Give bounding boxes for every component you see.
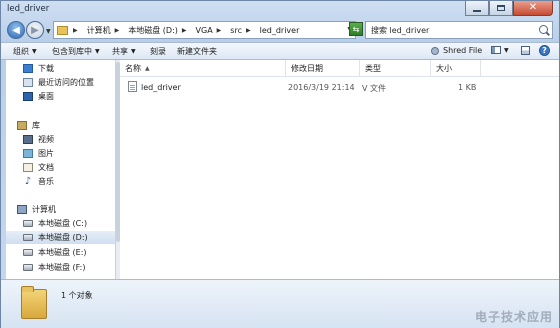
column-header-type[interactable]: 类型 [360,60,431,77]
explorer-window: led_driver ✕ ◀ ▶ ▼ ▶ 计算机 ▶ 本地磁盘 (D:) ▶ VGA… [0,0,560,328]
title-bar: led_driver ✕ [1,1,559,19]
forward-button[interactable]: ▶ [26,21,44,39]
hard-drive-icon [23,234,33,241]
include-in-library-menu[interactable]: 包含到库中 ▼ [52,46,100,57]
sidebar-item-libraries[interactable]: 库 [6,119,115,132]
maximize-button[interactable] [489,1,513,16]
navigation-pane: 下载 最近访问的位置 桌面 库 视频 图片 文档 ♪ 音乐 计算机 本地磁盘 (… [6,60,116,279]
library-icon [17,121,27,130]
search-box[interactable]: 搜索 led_driver [365,21,553,39]
sidebar-item-videos[interactable]: 视频 [6,133,115,146]
video-library-icon [23,135,33,144]
sidebar-item-pictures[interactable]: 图片 [6,147,115,160]
column-header-size[interactable]: 大小 [431,60,481,77]
maximize-icon [497,5,505,11]
sort-ascending-icon: ▲ [145,64,150,72]
close-icon: ✕ [528,2,538,13]
shred-file-button[interactable]: Shred File [431,46,482,55]
hard-drive-icon [23,264,33,271]
chevron-right-icon: ▶ [216,26,222,34]
sidebar-item-desktop[interactable]: 桌面 [6,90,115,103]
sidebar-item-drive-f[interactable]: 本地磁盘 (F:) [6,261,115,274]
hard-drive-icon [23,249,33,256]
computer-icon [17,205,27,214]
desktop-icon [23,92,33,101]
folder-icon [57,25,68,35]
refresh-button[interactable]: ⇆ [349,22,363,36]
sidebar-item-computer[interactable]: 计算机 [6,203,115,216]
music-library-icon: ♪ [23,176,33,187]
sidebar-item-drive-c[interactable]: 本地磁盘 (C:) [6,217,115,230]
documents-library-icon [23,163,33,172]
preview-pane-icon [521,46,530,55]
arrow-right-icon: ▶ [31,24,39,36]
sidebar-item-drive-d[interactable]: 本地磁盘 (D:) [6,231,115,244]
help-icon: ? [539,45,550,56]
breadcrumb-item[interactable]: src ▶ [230,26,254,35]
new-folder-button[interactable]: 新建文件夹 [177,46,217,57]
window-title: led_driver [7,4,50,14]
share-menu[interactable]: 共享 ▼ [112,46,136,57]
navigation-bar: ◀ ▶ ▼ ▶ 计算机 ▶ 本地磁盘 (D:) ▶ VGA ▶ src ▶ led_dr… [1,20,559,42]
recent-pages-dropdown[interactable]: ▼ [46,28,51,35]
minimize-icon [473,9,481,12]
help-button[interactable]: ? [539,45,550,56]
file-name: led_driver [141,83,181,92]
command-bar: 组织 ▼ 包含到库中 ▼ 共享 ▼ 刻录 新建文件夹 Shred File ▼ ? [1,42,559,60]
address-bar[interactable]: ▶ 计算机▶ 本地磁盘 (D:)▶ VGA▶ src▶ led_driver ▼ [53,21,356,39]
change-view-button[interactable]: ▼ [491,46,509,54]
back-button[interactable]: ◀ [7,21,25,39]
hard-drive-icon [23,220,33,227]
window-controls: ✕ [465,1,553,16]
burn-button[interactable]: 刻录 [150,46,166,57]
chevron-down-icon: ▼ [32,48,37,55]
organize-menu[interactable]: 组织 ▼ [13,46,37,57]
view-options-icon [491,46,501,54]
sidebar-item-drive-e[interactable]: 本地磁盘 (E:) [6,246,115,259]
pictures-library-icon [23,149,33,158]
recent-places-icon [23,78,33,87]
search-placeholder: 搜索 led_driver [371,25,430,35]
breadcrumb-root[interactable]: ▶ [73,27,82,34]
column-header-name[interactable]: 名称 ▲ [120,60,286,77]
column-header-filler [481,60,559,77]
chevron-down-icon: ▼ [504,46,509,54]
sidebar-item-documents[interactable]: 文档 [6,161,115,174]
refresh-icon: ⇆ [352,24,360,34]
file-row[interactable]: led_driver 2016/3/19 21:14 V 文件 1 KB [120,80,559,95]
details-pane: 1 个对象 电子技术应用 [1,279,559,328]
minimize-button[interactable] [465,1,489,16]
column-header-modified[interactable]: 修改日期 [286,60,360,77]
search-icon[interactable] [539,25,548,34]
arrow-left-icon: ◀ [12,24,20,36]
chevron-right-icon: ▶ [181,26,187,34]
breadcrumb-item[interactable]: 计算机 ▶ [87,25,124,36]
file-list: 名称 ▲ 修改日期 类型 大小 led_driver 2016/3/19 21:1… [120,60,559,279]
chevron-down-icon: ▼ [95,48,100,55]
text-file-icon [128,81,137,92]
chevron-right-icon: ▶ [73,26,78,34]
shred-icon [431,46,439,55]
chevron-right-icon: ▶ [114,26,120,34]
download-folder-icon [23,64,33,73]
item-count: 1 个对象 [61,291,93,300]
close-button[interactable]: ✕ [513,1,553,16]
file-type: V 文件 [362,84,387,93]
file-modified: 2016/3/19 21:14 [288,83,355,92]
breadcrumb-item[interactable]: 本地磁盘 (D:) ▶ [128,25,190,36]
breadcrumb-item[interactable]: led_driver [260,26,300,35]
breadcrumb-item[interactable]: VGA ▶ [196,26,226,35]
chevron-right-icon: ▶ [245,26,251,34]
folder-icon [21,286,47,319]
file-size: 1 KB [458,83,477,92]
chevron-down-icon: ▼ [131,48,136,55]
sidebar-item-downloads[interactable]: 下载 [6,62,115,75]
watermark: 电子技术应用 [474,310,553,324]
sidebar-item-music[interactable]: ♪ 音乐 [6,175,115,188]
sidebar-item-recent-places[interactable]: 最近访问的位置 [6,76,115,89]
preview-pane-button[interactable] [521,46,530,55]
